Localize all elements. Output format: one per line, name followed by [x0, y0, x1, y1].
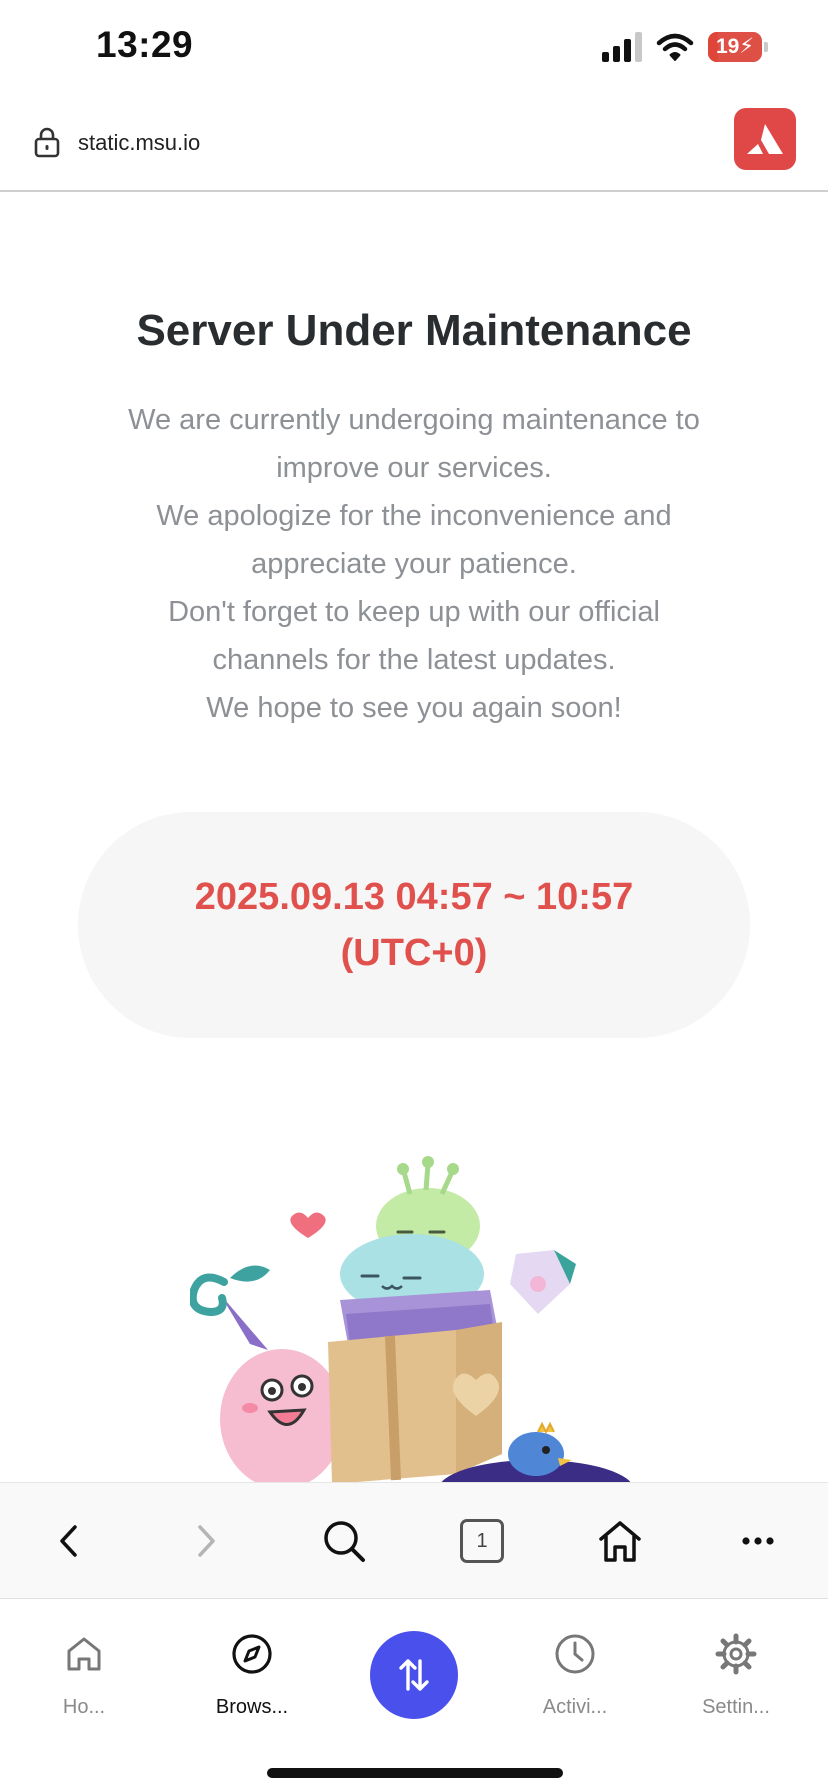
- lock-icon: [34, 127, 60, 158]
- clock-icon: [553, 1632, 597, 1676]
- message-line: We hope to see you again soon!: [206, 692, 622, 724]
- battery-icon: 19⚡: [708, 32, 768, 62]
- maintenance-window: 2025.09.13 04:57 ~ 10:57: [194, 876, 634, 918]
- message-line: Don't forget to keep up with our officia…: [168, 596, 660, 628]
- swap-button[interactable]: [370, 1631, 458, 1719]
- nav-label: Activi...: [542, 1696, 608, 1718]
- wifi-icon: [656, 32, 694, 62]
- nav-label: Settin...: [702, 1696, 770, 1718]
- forward-button[interactable]: [176, 1511, 236, 1571]
- message-line: appreciate your patience.: [251, 548, 577, 580]
- browser-home-button[interactable]: [590, 1511, 650, 1571]
- search-icon: [324, 1521, 365, 1562]
- nav-label: Brows...: [215, 1696, 289, 1718]
- browser-toolbar: 1: [0, 1482, 828, 1599]
- message-line: improve our services.: [276, 452, 552, 484]
- gear-icon: [714, 1632, 758, 1676]
- chevron-left-icon: [60, 1525, 77, 1557]
- home-icon: [599, 1521, 641, 1562]
- mascot-illustration: [190, 1156, 630, 1482]
- maintenance-window-box: 2025.09.13 04:57 ~ 10:57 (UTC+0): [78, 812, 750, 1038]
- status-time: 13:29: [96, 24, 194, 65]
- status-icons: 19⚡: [602, 32, 768, 62]
- wallet-logo-button[interactable]: [734, 108, 796, 170]
- chevron-right-icon: [198, 1525, 215, 1557]
- swap-arrows-icon: [399, 1659, 429, 1691]
- page-title: Server Under Maintenance: [136, 306, 692, 355]
- nav-label: Ho...: [62, 1696, 106, 1718]
- avalanche-logo-icon: [747, 124, 783, 154]
- heart-icon: [290, 1212, 326, 1238]
- battery-level: 19⚡: [715, 35, 755, 58]
- message-line: We apologize for the inconvenience and: [156, 500, 672, 532]
- tabs-button[interactable]: 1: [452, 1511, 512, 1571]
- back-button[interactable]: [39, 1511, 99, 1571]
- message-line: channels for the latest updates.: [212, 644, 616, 676]
- ellipsis-icon: [742, 1537, 774, 1545]
- nav-browser[interactable]: Brows...: [182, 1632, 322, 1719]
- url-bar[interactable]: static.msu.io: [0, 100, 828, 192]
- timezone-label: (UTC+0): [340, 932, 488, 974]
- maintenance-message: We are currently undergoing maintenance …: [90, 396, 738, 732]
- web-content[interactable]: Server Under Maintenance We are currentl…: [0, 194, 828, 1482]
- cellular-signal-icon: [602, 32, 642, 62]
- nav-activity[interactable]: Activi...: [505, 1632, 645, 1719]
- bottom-nav: Ho... Brows... Activi... Settin...: [0, 1600, 828, 1792]
- url-text[interactable]: static.msu.io: [78, 130, 200, 156]
- home-icon: [62, 1632, 106, 1676]
- more-options-button[interactable]: [728, 1511, 788, 1571]
- nav-home[interactable]: Ho...: [14, 1632, 154, 1719]
- tab-count: 1: [460, 1519, 504, 1563]
- message-line: We are currently undergoing maintenance …: [128, 404, 700, 436]
- home-indicator[interactable]: [267, 1768, 563, 1778]
- search-button[interactable]: [314, 1511, 374, 1571]
- nav-settings[interactable]: Settin...: [666, 1632, 806, 1719]
- status-bar: 13:29 19⚡: [0, 0, 828, 100]
- compass-icon: [230, 1632, 274, 1676]
